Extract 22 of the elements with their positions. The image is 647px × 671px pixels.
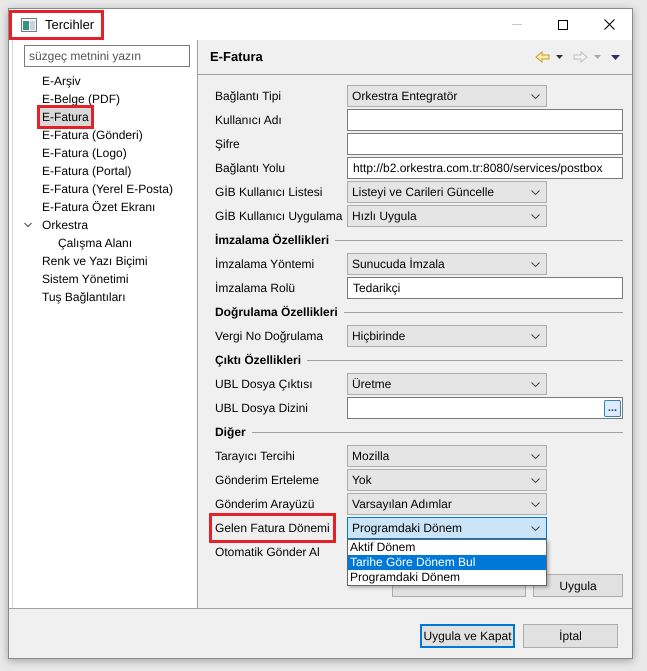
field-label: UBL Dosya Dizini bbox=[215, 400, 308, 417]
field-label: GİB Kullanıcı Uygulama bbox=[215, 208, 342, 225]
field-label: Kullanıcı Adı bbox=[215, 112, 282, 129]
field-label: Gönderim Arayüzü bbox=[215, 496, 314, 513]
window-title: Tercihler bbox=[45, 16, 94, 34]
field-label: Bağlantı Tipi bbox=[215, 88, 282, 105]
field-label: Bağlantı Yolu bbox=[215, 160, 286, 177]
field-label: İmzalama Rolü bbox=[215, 280, 296, 297]
field-label: Vergi No Doğrulama bbox=[215, 328, 324, 345]
field-label: İmzalama Yöntemi bbox=[215, 256, 314, 273]
section-heading: İmzalama Özellikleri bbox=[215, 232, 330, 249]
field-label: Şifre bbox=[215, 136, 240, 153]
page-title: E-Fatura bbox=[210, 48, 263, 66]
field-label: Otomatik Gönder Al bbox=[215, 544, 320, 561]
field-label: UBL Dosya Çıktısı bbox=[215, 376, 313, 393]
section-heading: Çıktı Özellikleri bbox=[215, 352, 302, 369]
field-label: Gönderim Erteleme bbox=[215, 472, 320, 489]
field-label: Gelen Fatura Dönemi bbox=[212, 516, 333, 540]
section-heading: Doğrulama Özellikleri bbox=[215, 304, 338, 321]
field-label: Tarayıcı Tercihi bbox=[215, 448, 295, 465]
section-heading: Diğer bbox=[215, 424, 246, 441]
field-label: GİB Kullanıcı Listesi bbox=[215, 184, 322, 201]
